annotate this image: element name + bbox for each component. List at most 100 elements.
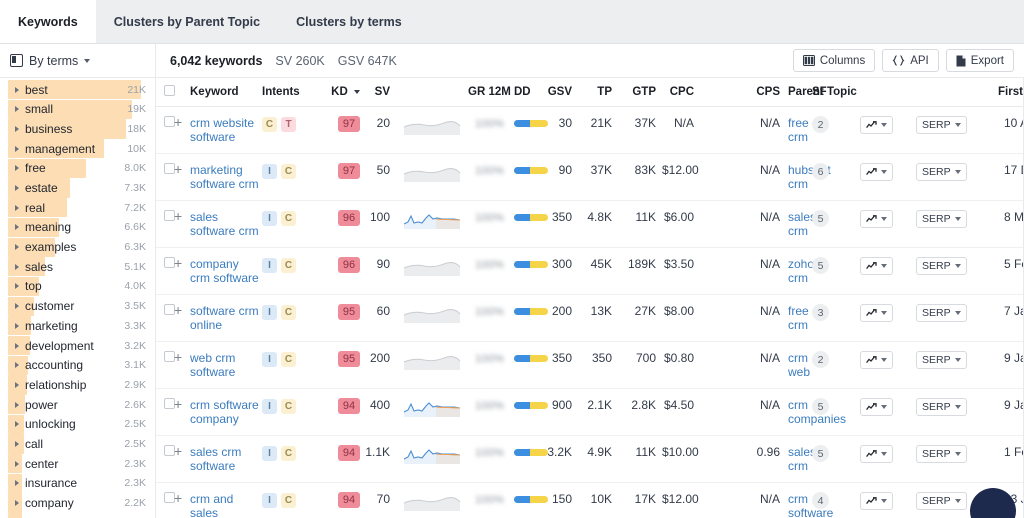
serp-button[interactable]: SERP [916, 351, 967, 369]
row-select-cell[interactable] [156, 435, 175, 483]
grouping-dropdown[interactable]: By terms [0, 44, 156, 77]
row-expand-cell[interactable]: + [174, 153, 190, 201]
row-select-cell[interactable] [156, 341, 175, 389]
sidebar-term-item[interactable]: sales 5.1K [0, 257, 155, 277]
row-expand-cell[interactable]: + [174, 106, 190, 154]
expand-plus-icon[interactable]: + [174, 162, 182, 176]
sidebar-term-item[interactable]: development 3.2K [0, 335, 155, 356]
column-keyword[interactable]: Keyword [190, 78, 262, 107]
trend-chart-button[interactable] [860, 257, 893, 275]
sidebar-term-item[interactable]: meaning 6.6K [0, 217, 155, 237]
table-row[interactable]: + crm software company I C 94 400 100% 900 2.1K 2… [156, 388, 1024, 436]
row-select-cell[interactable] [156, 106, 175, 154]
sidebar-term-item[interactable]: top 4.0K [0, 276, 155, 297]
cell-serp[interactable]: SERP [916, 247, 998, 295]
chevron-right-icon[interactable] [15, 362, 19, 369]
chevron-right-icon[interactable] [15, 460, 19, 467]
expand-plus-icon[interactable]: + [174, 397, 182, 411]
trend-chart-button[interactable] [860, 351, 893, 369]
table-row[interactable]: + sales crm software I C 94 1.1K 100% 3.2K 4.9K 1… [156, 435, 1024, 483]
intent-badge[interactable]: C [281, 305, 296, 320]
chevron-right-icon[interactable] [15, 480, 19, 487]
row-select-cell[interactable] [156, 247, 175, 295]
sidebar-term-item[interactable]: marketing 3.3K [0, 316, 155, 336]
serp-button[interactable]: SERP [916, 398, 967, 416]
intent-badge[interactable]: C [281, 164, 296, 179]
table-row[interactable]: +crm and sales softwareIC9470100%15010K1… [156, 482, 1024, 518]
sidebar-term-item[interactable]: small 19K [0, 99, 155, 119]
chevron-right-icon[interactable] [15, 401, 19, 408]
expand-plus-icon[interactable]: + [174, 491, 182, 505]
tab-clusters-by-terms[interactable]: Clusters by terms [278, 0, 420, 43]
keyword-link[interactable]: software crm online [190, 304, 262, 332]
row-select-cell[interactable] [156, 294, 175, 342]
expand-plus-icon[interactable]: + [174, 209, 182, 223]
table-row[interactable]: + marketing software crm I C 97 50 100% 90 37K 83… [156, 153, 1024, 201]
parent-topic-link[interactable]: free crm [788, 116, 812, 144]
chevron-right-icon[interactable] [15, 500, 19, 507]
cell-keyword[interactable]: web crm software [190, 341, 262, 389]
cell-parent-topic[interactable]: sales crm [788, 200, 816, 248]
cell-keyword[interactable]: crm website software [190, 106, 262, 154]
row-expand-cell[interactable]: + [174, 247, 190, 295]
intent-badge[interactable]: I [262, 446, 277, 461]
serp-button[interactable]: SERP [916, 163, 967, 181]
column-first-seen[interactable]: First seen [998, 78, 1024, 107]
cell-serp[interactable]: SERP [916, 200, 998, 248]
row-expand-cell[interactable]: + [174, 341, 190, 389]
cell-parent-topic[interactable]: crm companies [788, 388, 846, 436]
row-select-cell[interactable] [156, 482, 175, 518]
intent-badge[interactable]: C [281, 399, 296, 414]
intent-badge[interactable]: C [281, 493, 296, 508]
cell-serp[interactable]: SERP [916, 388, 998, 436]
cell-trend[interactable] [860, 294, 916, 342]
export-button[interactable]: Export [945, 49, 1014, 72]
api-button[interactable]: API [882, 49, 939, 72]
parent-topic-link[interactable]: zoho crm [788, 257, 814, 285]
intent-badge[interactable]: I [262, 305, 277, 320]
sidebar-term-item[interactable]: customer 3.5K [0, 296, 155, 316]
column-cpc[interactable]: CPC [662, 78, 700, 107]
serp-button[interactable]: SERP [916, 304, 967, 322]
select-all-checkbox[interactable] [164, 85, 175, 96]
row-select-cell[interactable] [156, 388, 175, 436]
column-kd[interactable]: KD [318, 78, 364, 107]
row-expand-cell[interactable]: + [174, 200, 190, 248]
intent-badge[interactable]: C [281, 446, 296, 461]
row-expand-cell[interactable]: + [174, 435, 190, 483]
trend-chart-button[interactable] [860, 398, 893, 416]
cell-keyword[interactable]: marketing software crm [190, 153, 262, 201]
chevron-right-icon[interactable] [15, 322, 19, 329]
keyword-link[interactable]: company crm software [190, 257, 262, 285]
cell-parent-topic[interactable]: free crm [788, 106, 812, 154]
cell-serp[interactable]: SERP [916, 435, 998, 483]
keyword-link[interactable]: sales software crm [190, 210, 262, 238]
cell-serp[interactable]: SERP [916, 106, 998, 154]
chevron-right-icon[interactable] [15, 86, 19, 93]
parent-topic-link[interactable]: free crm [788, 304, 812, 332]
sidebar-term-item[interactable]: free 8.0K [0, 158, 155, 178]
parent-topic-link[interactable]: crm web [788, 351, 812, 379]
trend-chart-button[interactable] [860, 116, 893, 134]
keyword-link[interactable]: sales crm software [190, 445, 262, 473]
intent-badge[interactable]: T [281, 117, 296, 132]
cell-trend[interactable] [860, 153, 916, 201]
cell-serp[interactable]: SERP [916, 341, 998, 389]
column-intents[interactable]: Intents [262, 78, 318, 107]
columns-button[interactable]: Columns [792, 49, 876, 72]
keyword-link[interactable]: web crm software [190, 351, 262, 379]
select-all-header[interactable] [156, 78, 175, 107]
cell-parent-topic[interactable]: free crm [788, 294, 812, 342]
table-row[interactable]: + software crm online I C 95 60 100% 200 13K 27K $… [156, 294, 1024, 342]
cell-trend[interactable] [860, 247, 916, 295]
expand-plus-icon[interactable]: + [174, 115, 182, 129]
intent-badge[interactable]: I [262, 399, 277, 414]
chevron-right-icon[interactable] [15, 342, 19, 349]
column-gr12m[interactable]: GR 12M [468, 78, 511, 107]
cell-keyword[interactable]: sales software crm [190, 200, 262, 248]
chevron-right-icon[interactable] [15, 185, 19, 192]
sidebar-term-item[interactable]: management 10K [0, 139, 155, 159]
sidebar-term-item[interactable]: power 2.6K [0, 395, 155, 415]
intent-badge[interactable]: I [262, 493, 277, 508]
sidebar-term-item[interactable]: best 21K [0, 80, 155, 100]
